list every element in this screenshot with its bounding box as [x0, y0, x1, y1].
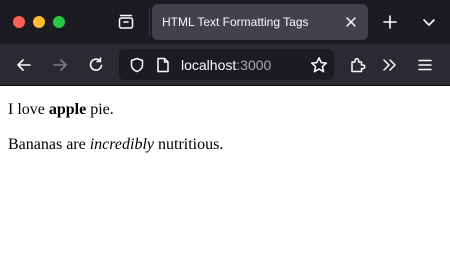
tab-title: HTML Text Formatting Tags: [162, 15, 309, 29]
navigation-toolbar: localhost:3000: [0, 44, 450, 86]
page-content: I love apple pie. Bananas are incredibly…: [0, 86, 450, 265]
plus-icon[interactable]: [379, 11, 401, 33]
reload-icon[interactable]: [84, 53, 108, 77]
overflow-icon[interactable]: [378, 53, 402, 77]
url-text[interactable]: localhost:3000: [181, 57, 271, 73]
chevron-down-icon[interactable]: [418, 11, 440, 33]
italic-word: incredibly: [89, 136, 155, 153]
forward-arrow-icon[interactable]: [48, 53, 72, 77]
tab-separator: [149, 8, 150, 36]
bold-word: apple: [48, 101, 87, 118]
back-arrow-icon[interactable]: [12, 53, 36, 77]
window-zoom-button[interactable]: [53, 16, 65, 28]
extensions-icon[interactable]: [346, 53, 370, 77]
p1-text-before: I love: [8, 101, 49, 118]
tab-active[interactable]: HTML Text Formatting Tags: [152, 4, 368, 40]
address-bar[interactable]: localhost:3000: [119, 49, 334, 80]
tab-bar: HTML Text Formatting Tags: [0, 0, 450, 44]
url-host: localhost: [181, 57, 237, 73]
shield-icon[interactable]: [126, 54, 148, 76]
paragraph-bananas: Bananas are incredibly nutritious.: [8, 136, 223, 154]
close-icon[interactable]: [340, 11, 362, 33]
url-port: :3000: [236, 57, 272, 73]
tab-tray-icon[interactable]: [115, 11, 137, 33]
browser-window: HTML Text Formatting Tags localhost:3000…: [0, 0, 450, 265]
page-icon[interactable]: [152, 54, 174, 76]
p2-text-after: nutritious.: [154, 136, 224, 153]
p2-text-before: Bananas are: [8, 136, 90, 153]
window-close-button[interactable]: [13, 16, 25, 28]
window-minimize-button[interactable]: [33, 16, 45, 28]
star-icon[interactable]: [308, 54, 330, 76]
p1-text-after: pie.: [86, 101, 114, 118]
paragraph-apple: I love apple pie.: [8, 101, 114, 119]
hamburger-menu-icon[interactable]: [413, 53, 437, 77]
